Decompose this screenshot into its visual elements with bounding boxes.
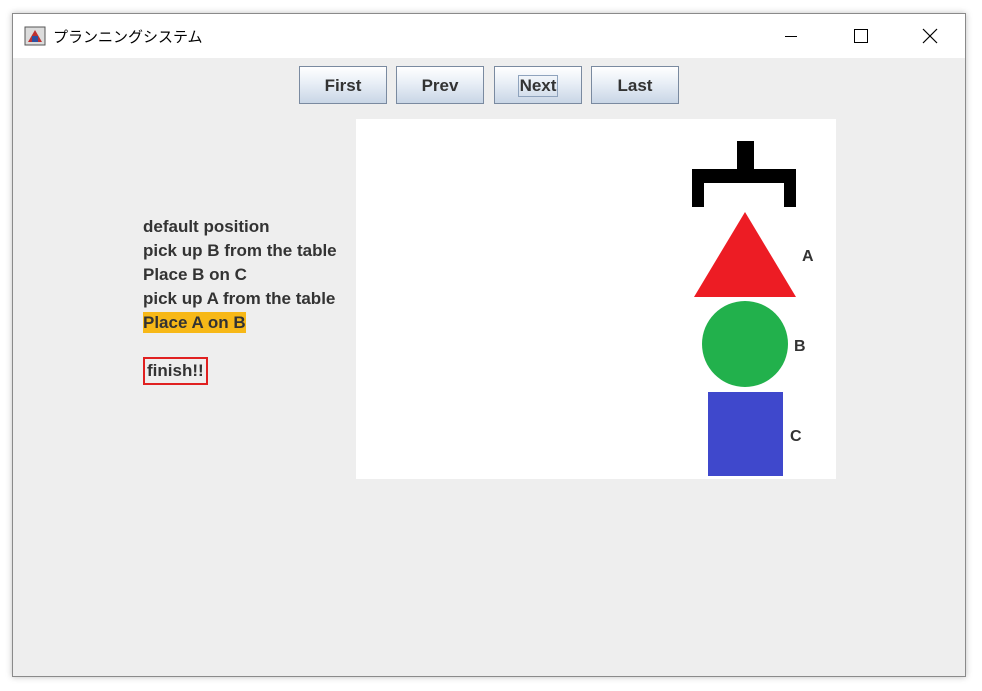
step-text: pick up B from the table xyxy=(143,241,337,260)
step-item-current: Place A on B xyxy=(143,311,337,335)
java-app-icon xyxy=(24,26,46,46)
step-text: pick up A from the table xyxy=(143,289,336,308)
step-item: Place B on C xyxy=(143,263,337,287)
window-title: プランニングシステム xyxy=(53,28,203,46)
minimize-button[interactable] xyxy=(768,14,814,58)
next-button[interactable]: Next xyxy=(494,66,582,104)
finish-label: finish!! xyxy=(143,357,208,385)
step-text: Place B on C xyxy=(143,265,247,284)
block-b-label: B xyxy=(794,338,806,355)
block-b-circle xyxy=(702,301,788,387)
app-window: プランニングシステム First Prev Next Last default … xyxy=(12,13,966,677)
step-list: default position pick up B from the tabl… xyxy=(143,215,337,335)
block-c-square xyxy=(708,392,783,476)
step-item: default position xyxy=(143,215,337,239)
close-icon xyxy=(922,28,938,44)
prev-button[interactable]: Prev xyxy=(396,66,484,104)
maximize-button[interactable] xyxy=(837,14,883,58)
block-a-label: A xyxy=(802,248,814,265)
step-item: pick up B from the table xyxy=(143,239,337,263)
crane-gripper xyxy=(692,141,796,207)
next-button-label: Next xyxy=(517,75,559,97)
title-bar[interactable]: プランニングシステム xyxy=(13,14,965,58)
current-step-text: Place A on B xyxy=(143,312,246,333)
maximize-icon xyxy=(854,29,868,43)
first-button[interactable]: First xyxy=(299,66,387,104)
scene-canvas: A B C xyxy=(356,119,836,479)
close-button[interactable] xyxy=(906,14,952,58)
block-a-triangle xyxy=(694,212,796,297)
step-item: pick up A from the table xyxy=(143,287,337,311)
last-button[interactable]: Last xyxy=(591,66,679,104)
minimize-icon xyxy=(785,36,797,37)
block-c-label: C xyxy=(790,428,802,445)
step-text: default position xyxy=(143,217,270,236)
